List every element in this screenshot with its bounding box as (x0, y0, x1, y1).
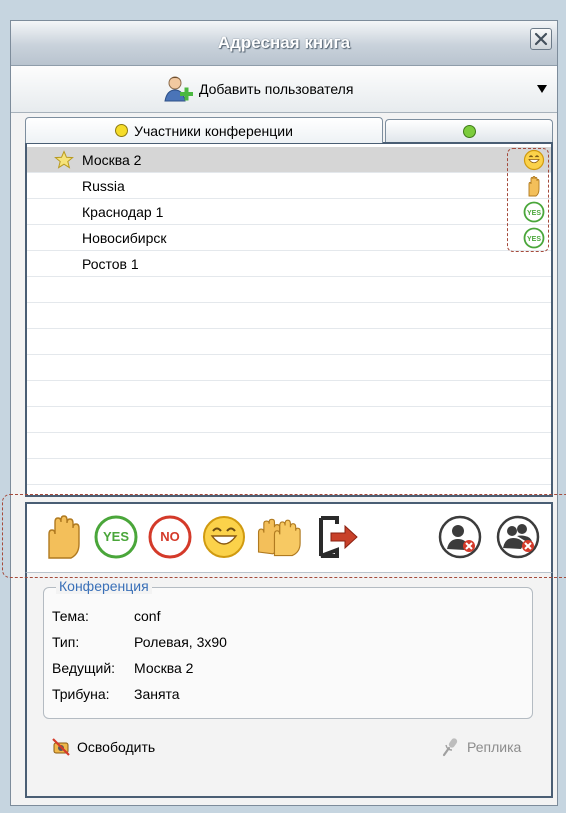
smile-icon[interactable] (201, 514, 247, 560)
add-user-icon (164, 76, 193, 102)
svg-text:YES: YES (527, 210, 541, 217)
green-status-dot-icon (462, 125, 476, 138)
conference-groupbox: Конференция Тема: conf Тип: Ролевая, 3x9… (43, 578, 533, 719)
list-item[interactable]: Москва 2 (27, 147, 551, 173)
svg-text:YES: YES (527, 236, 541, 243)
action-toolbar: YES NO (25, 502, 553, 572)
participant-name: Краснодар 1 (82, 204, 164, 220)
conference-legend: Конференция (56, 578, 152, 594)
close-icon (534, 32, 548, 46)
type-label: Тип: (52, 634, 80, 650)
host-label: Ведущий: (52, 660, 116, 676)
yellow-status-dot-icon (115, 124, 129, 137)
remove-all-users-icon[interactable] (495, 514, 541, 560)
tab-online[interactable] (385, 119, 553, 143)
remove-user-icon[interactable] (437, 514, 483, 560)
no-button[interactable]: NO (147, 514, 193, 560)
tab-label: Участники конференции (134, 122, 293, 139)
participant-name: Новосибирск (82, 230, 167, 246)
star-icon (54, 150, 74, 169)
participants-list: Москва 2 Russia Краснодар 1 YES Новосиби… (25, 142, 553, 497)
empty-row (27, 329, 551, 355)
topic-label: Тема: (52, 608, 89, 624)
participant-name: Ростов 1 (82, 256, 139, 272)
free-tribune-icon (52, 738, 70, 756)
yes-icon: YES (523, 227, 545, 249)
empty-row (27, 381, 551, 407)
empty-row (27, 303, 551, 329)
yes-label: YES (102, 529, 129, 544)
applause-icon[interactable] (255, 514, 301, 560)
titlebar: Адресная книга (11, 21, 557, 66)
empty-row (27, 277, 551, 303)
free-tribune-button[interactable]: Освободить (51, 737, 155, 757)
host-value: Москва 2 (134, 660, 194, 676)
tribune-label: Трибуна: (52, 686, 110, 702)
type-value: Ролевая, 3x90 (134, 634, 227, 650)
reply-label: Реплика (467, 739, 522, 755)
conference-panel: Конференция Тема: conf Тип: Ролевая, 3x9… (25, 572, 553, 798)
microphone-icon (442, 738, 458, 757)
tribune-value: Занята (134, 686, 180, 702)
exit-icon[interactable] (315, 514, 361, 560)
participant-name: Москва 2 (82, 152, 142, 168)
topic-value: conf (134, 608, 161, 624)
toolbar-dropdown-arrow[interactable] (537, 85, 547, 93)
list-item[interactable]: Ростов 1 (27, 251, 551, 277)
empty-row (27, 407, 551, 433)
raised-hand-icon (528, 176, 540, 197)
address-book-window: Адресная книга Добавить пользователя Уча… (2, 20, 566, 806)
list-item[interactable]: Краснодар 1 YES (27, 199, 551, 225)
free-tribune-label: Освободить (77, 739, 156, 755)
yes-button[interactable]: YES (93, 514, 139, 560)
yes-icon: YES (523, 201, 545, 223)
list-item[interactable]: Russia (27, 173, 551, 199)
tab-conference-participants[interactable]: Участники конференции (25, 117, 383, 143)
empty-row (27, 459, 551, 485)
participant-name: Russia (82, 178, 125, 194)
smile-icon (523, 149, 545, 171)
empty-row (27, 433, 551, 459)
list-item[interactable]: Новосибирск YES (27, 225, 551, 251)
add-user-button[interactable]: Добавить пользователя (161, 74, 353, 104)
close-button[interactable] (530, 28, 552, 50)
raise-hand-icon[interactable] (37, 514, 83, 560)
toolbar: Добавить пользователя (11, 66, 557, 113)
reply-button[interactable]: Реплика (441, 737, 521, 757)
empty-row (27, 355, 551, 381)
add-user-label: Добавить пользователя (199, 81, 354, 97)
no-label: NO (160, 529, 180, 544)
window-title: Адресная книга (217, 33, 351, 52)
